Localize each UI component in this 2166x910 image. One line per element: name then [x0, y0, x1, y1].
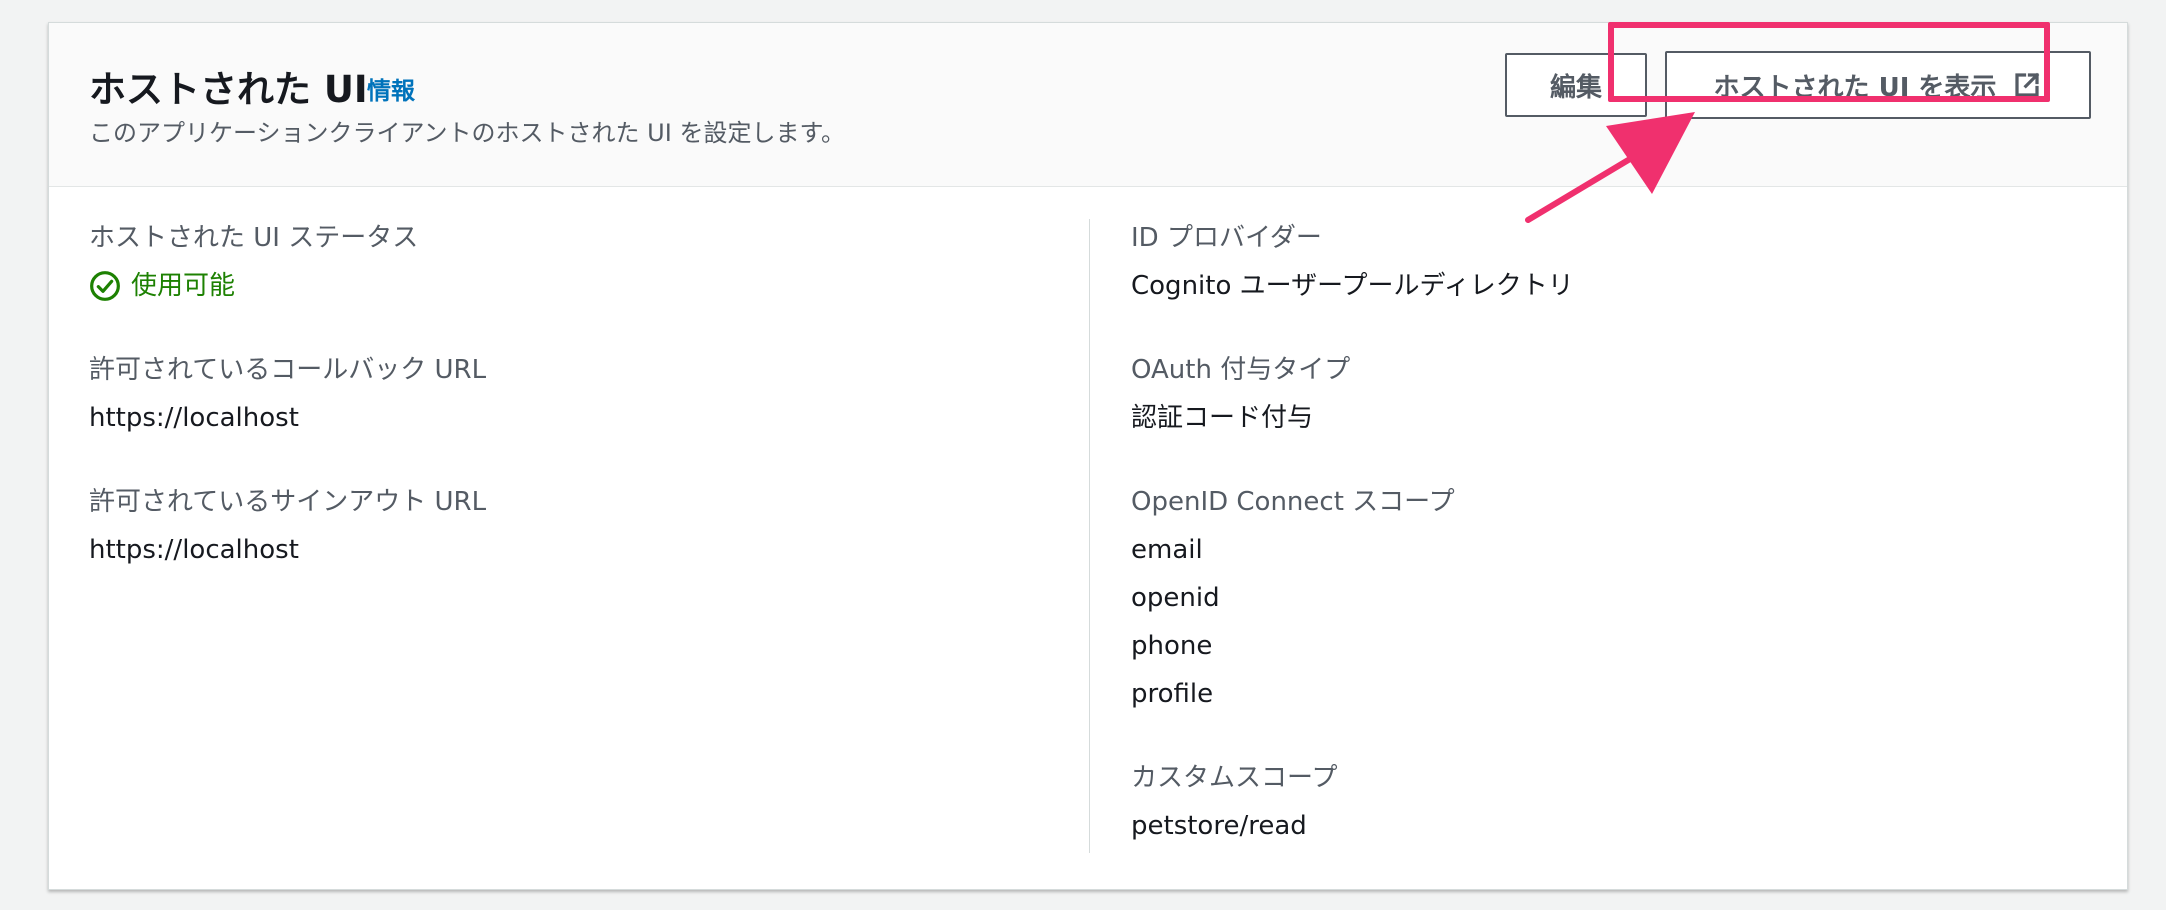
view-hosted-ui-button[interactable]: ホストされた UI を表示 [1665, 51, 2091, 119]
column-divider [1089, 219, 1090, 853]
custom-scope-label: カスタムスコープ [1131, 763, 1338, 793]
custom-scope-field: カスタムスコープ petstore/read [1131, 761, 1574, 843]
status-label: ホストされた UI ステータス [89, 223, 419, 253]
oauth-grant-field: OAuth 付与タイプ 認証コード付与 [1131, 353, 1574, 435]
oauth-grant-label: OAuth 付与タイプ [1131, 355, 1351, 385]
panel-header: ホストされた UI 情報 このアプリケーションクライアントのホストされた UI … [49, 23, 2127, 187]
signout-url-field: 許可されているサインアウト URL https://localhost [89, 485, 486, 567]
panel-description: このアプリケーションクライアントのホストされた UI を設定します。 [89, 119, 846, 147]
annotation-arrow-icon [1525, 112, 1695, 223]
external-link-icon [2012, 70, 2042, 100]
status-field: ホストされた UI ステータス 使用可能 [89, 221, 486, 303]
left-column: ホストされた UI ステータス 使用可能 許可されているコールバック URL h… [89, 221, 486, 617]
scope-item: profile [1131, 679, 1214, 709]
custom-scope-value: petstore/read [1131, 811, 1307, 841]
status-text: 使用可能 [131, 271, 236, 301]
oauth-grant-value: 認証コード付与 [1131, 403, 1314, 433]
callback-url-value: https://localhost [89, 403, 299, 433]
signout-url-value: https://localhost [89, 535, 299, 565]
scope-item: openid [1131, 583, 1220, 613]
callback-url-field: 許可されているコールバック URL https://localhost [89, 353, 486, 435]
info-link[interactable]: 情報 [367, 71, 415, 106]
hosted-ui-panel: ホストされた UI 情報 このアプリケーションクライアントのホストされた UI … [48, 22, 2128, 890]
scope-item: phone [1131, 631, 1213, 661]
check-circle-icon [90, 271, 120, 301]
scope-item: email [1131, 535, 1203, 565]
oidc-scopes-field: OpenID Connect スコープ email openid phone p… [1131, 485, 1574, 711]
callback-url-label: 許可されているコールバック URL [89, 355, 487, 385]
status-value: 使用可能 [89, 269, 486, 303]
signout-url-label: 許可されているサインアウト URL [89, 487, 487, 517]
idp-value: Cognito ユーザープールディレクトリ [1131, 271, 1574, 301]
oidc-scopes-label: OpenID Connect スコープ [1131, 487, 1455, 517]
view-hosted-ui-button-label: ホストされた UI を表示 [1713, 72, 1997, 103]
page-title: ホストされた UI [89, 68, 368, 111]
right-column: ID プロバイダー Cognito ユーザープールディレクトリ OAuth 付与… [1131, 221, 1574, 893]
